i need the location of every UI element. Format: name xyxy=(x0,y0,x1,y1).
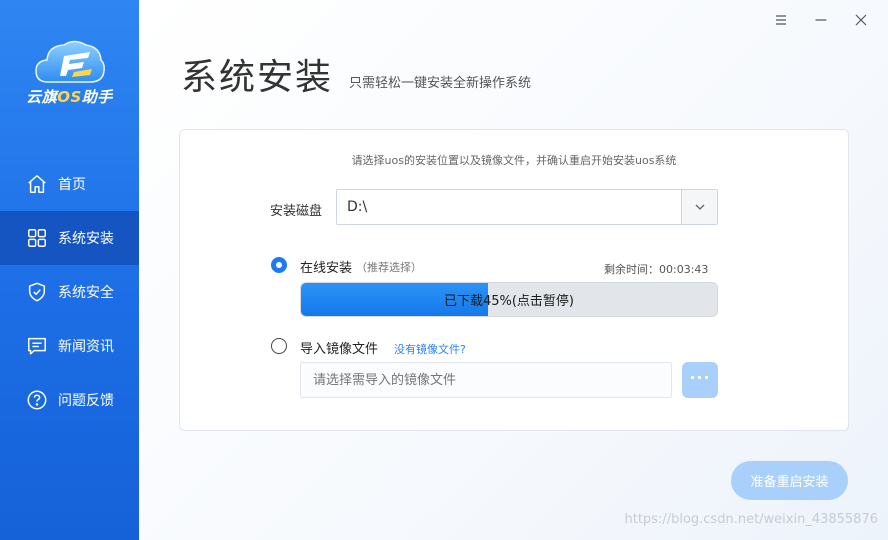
remaining-time: 剩余时间：00:03:43 xyxy=(604,263,709,276)
app-name-suffix: 助手 xyxy=(81,88,113,106)
message-icon xyxy=(26,335,48,357)
download-progress-bar[interactable]: 已下载45%(点击暂停) xyxy=(300,282,718,317)
progress-text: 已下载45%(点击暂停) xyxy=(443,294,575,309)
more-icon: ··· xyxy=(689,367,711,387)
sidebar-item-label: 新闻资讯 xyxy=(58,339,114,355)
online-install-label[interactable]: 在线安装 xyxy=(300,257,352,276)
sidebar-item-label: 首页 xyxy=(58,177,86,193)
import-image-radio[interactable] xyxy=(271,338,287,354)
app-name-os: OS xyxy=(57,88,82,106)
cloud-logo-icon xyxy=(35,40,105,83)
sidebar-item-label: 系统安全 xyxy=(58,285,114,301)
grid-icon xyxy=(26,227,48,249)
sidebar-item-news[interactable]: 新闻资讯 xyxy=(0,319,139,373)
install-hint: 请选择uos的安装位置以及镜像文件，并确认重启开始安装uos系统 xyxy=(351,154,677,167)
minimize-button[interactable] xyxy=(804,8,838,32)
shield-icon xyxy=(26,281,48,303)
watermark: https://blog.csdn.net/weixin_43855876 xyxy=(624,512,878,527)
sidebar-item-home[interactable]: 首页 xyxy=(0,157,139,211)
sidebar-item-system-install[interactable]: 系统安装 xyxy=(0,211,139,265)
sidebar-item-label: 系统安装 xyxy=(58,231,114,247)
browse-button[interactable]: ··· xyxy=(682,362,718,398)
no-image-link[interactable]: 没有镜像文件? xyxy=(394,341,466,357)
disk-select-value: D:\ xyxy=(347,199,368,215)
sidebar-item-system-security[interactable]: 系统安全 xyxy=(0,265,139,319)
menu-icon xyxy=(776,15,786,25)
online-install-recommend: （推荐选择） xyxy=(356,261,422,274)
sidebar-item-feedback[interactable]: 问题反馈 xyxy=(0,373,139,427)
restart-install-button[interactable]: 准备重启安装 xyxy=(731,461,848,500)
main-panel: 系统安装 只需轻松一键安装全新操作系统 请选择uos的安装位置以及镜像文件，并确… xyxy=(139,0,888,540)
sidebar-item-label: 问题反馈 xyxy=(58,393,114,409)
app-name: 云旗OS助手 xyxy=(0,86,139,107)
page-title: 系统安装 xyxy=(181,57,334,98)
close-icon xyxy=(855,14,867,26)
image-file-input[interactable] xyxy=(300,362,672,398)
online-install-radio[interactable] xyxy=(271,257,287,273)
minimize-icon xyxy=(815,19,827,21)
close-button[interactable] xyxy=(844,8,878,32)
dropdown-toggle[interactable] xyxy=(681,190,717,224)
home-icon xyxy=(26,173,48,195)
question-icon xyxy=(26,389,48,411)
install-card: 请选择uos的安装位置以及镜像文件，并确认重启开始安装uos系统 安装磁盘 D:… xyxy=(179,129,849,431)
sidebar-nav: 首页 系统安装 系统安全 新闻资讯 问题反馈 xyxy=(0,157,139,427)
disk-select[interactable]: D:\ xyxy=(336,189,718,225)
app-name-prefix: 云旗 xyxy=(26,88,58,106)
menu-button[interactable] xyxy=(764,8,798,32)
page-subtitle: 只需轻松一键安装全新操作系统 xyxy=(349,76,532,91)
import-image-label[interactable]: 导入镜像文件 xyxy=(300,338,378,357)
disk-label: 安装磁盘 xyxy=(270,204,323,219)
chevron-down-icon xyxy=(695,204,704,210)
sidebar: 云旗OS助手 首页 系统安装 系统安全 新闻资讯 问题反馈 xyxy=(0,0,139,540)
window-controls xyxy=(764,8,878,32)
app-logo: 云旗OS助手 xyxy=(0,30,139,110)
